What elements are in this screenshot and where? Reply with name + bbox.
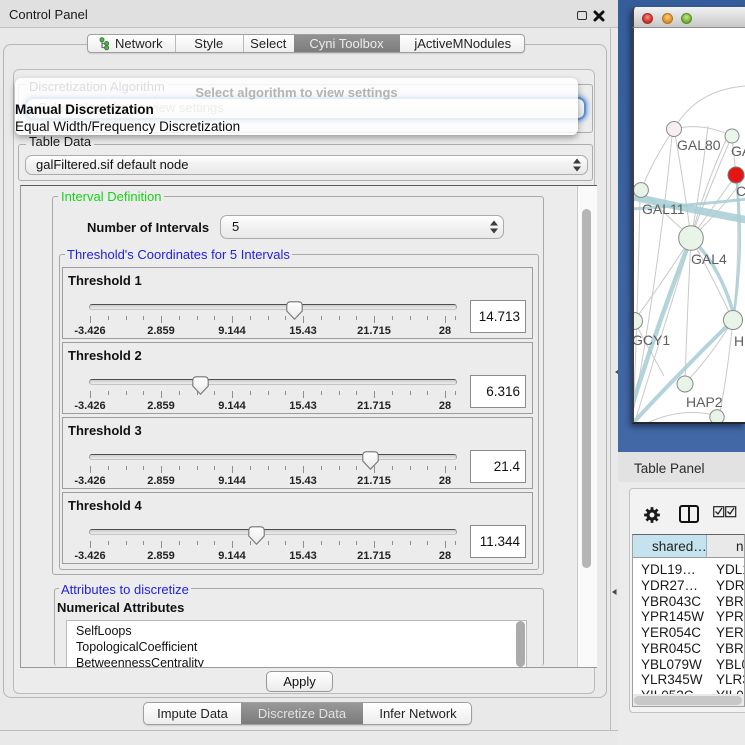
- svg-text:C: C: [736, 183, 745, 199]
- svg-text:GAL11: GAL11: [642, 201, 685, 217]
- svg-text:GAL80: GAL80: [677, 137, 721, 153]
- svg-text:GAL4: GAL4: [691, 251, 727, 267]
- svg-text:GCY1: GCY1: [634, 332, 670, 348]
- svg-text:HAP2: HAP2: [686, 394, 723, 410]
- svg-text:H: H: [734, 333, 744, 349]
- svg-text:GA: GA: [731, 143, 745, 159]
